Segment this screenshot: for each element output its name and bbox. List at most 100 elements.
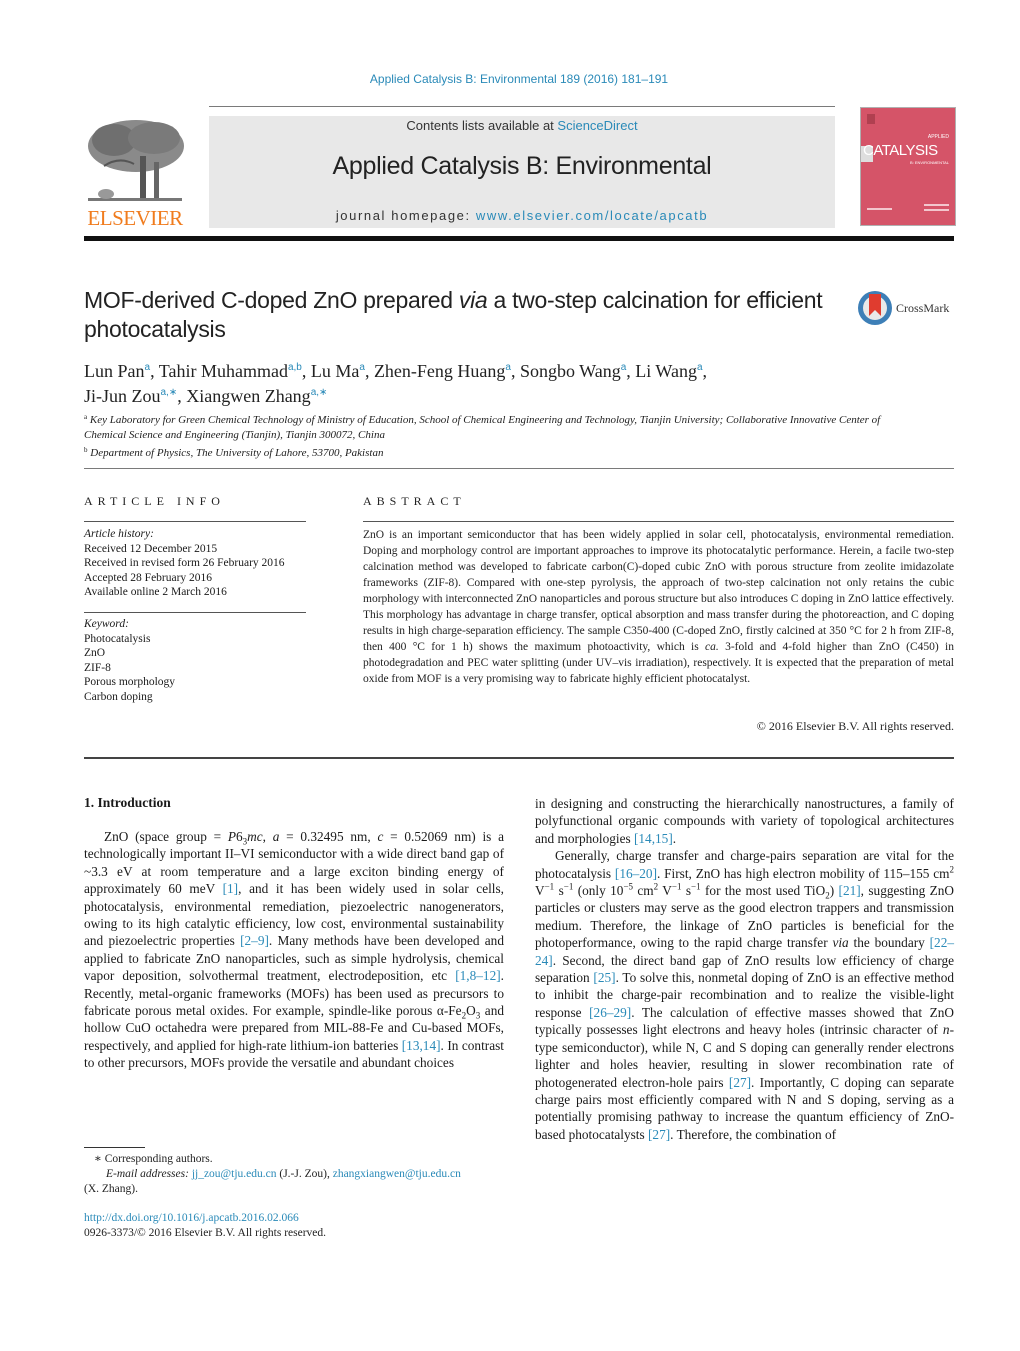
cover-publisher-mark: [867, 114, 875, 124]
paragraph: ZnO (space group = P63mc, a = 0.32495 nm…: [84, 829, 505, 1071]
author-name[interactable]: Lun Pan: [84, 361, 145, 381]
email-owner: (X. Zhang).: [84, 1183, 138, 1195]
subscript: 2: [825, 890, 830, 901]
author-name[interactable]: Xiangwen Zhang: [186, 386, 310, 406]
author-affiliation-marker[interactable]: a,∗: [311, 387, 328, 398]
author-name[interactable]: Songbo Wang: [520, 361, 621, 381]
author-affiliation-marker[interactable]: a: [697, 362, 703, 373]
superscript: −1: [691, 881, 701, 892]
abstract-italic: ca.: [705, 641, 719, 653]
superscript: −5: [623, 881, 634, 892]
superscript: 2: [949, 864, 955, 875]
paragraph: in designing and constructing the hierar…: [535, 796, 954, 846]
keyword-item: Porous morphology: [84, 676, 176, 688]
author-name[interactable]: Zhen-Feng Huang: [374, 361, 505, 381]
elsevier-wordmark: ELSEVIER: [87, 206, 183, 230]
main-divider: [84, 757, 954, 759]
citation-link[interactable]: [1]: [223, 881, 239, 896]
cover-footer-line: [924, 209, 949, 211]
author-affiliation-marker[interactable]: a: [145, 362, 151, 373]
author-name[interactable]: Lu Ma: [311, 361, 360, 381]
history-item: Received in revised form 26 February 201…: [84, 557, 285, 569]
superscript: −1: [671, 881, 682, 892]
superscript: −1: [544, 881, 555, 892]
italic-text: via: [832, 935, 849, 951]
elsevier-logo[interactable]: ELSEVIER: [84, 116, 186, 230]
paragraph: Generally, charge transfer and charge-pa…: [535, 848, 955, 1142]
keyword-item: ZnO: [84, 647, 106, 659]
crossmark-ribbon-notch: [869, 310, 881, 316]
email-label: E-mail addresses:: [106, 1168, 189, 1180]
doi-link[interactable]: http://dx.doi.org/10.1016/j.apcatb.2016.…: [84, 1211, 504, 1226]
italic-text: P: [227, 829, 236, 844]
email-owner: (J.-J. Zou),: [276, 1168, 333, 1180]
issn-copyright: 0926-3373/© 2016 Elsevier B.V. All right…: [84, 1227, 327, 1239]
citation-link[interactable]: [26–29]: [589, 1005, 631, 1020]
journal-masthead: Contents lists available at ScienceDirec…: [209, 116, 835, 228]
elsevier-tree-icon: [84, 116, 186, 206]
affiliation-item: a Key Laboratory for Green Chemical Tech…: [84, 413, 881, 441]
keyword-item: Photocatalysis: [84, 632, 151, 645]
abstract-text: ZnO is an important semiconductor that h…: [363, 527, 954, 687]
citation-link[interactable]: [27]: [648, 1127, 670, 1142]
email-link-zhang[interactable]: zhangxiangwen@tju.edu.cn: [333, 1168, 461, 1180]
journal-reference-link[interactable]: Applied Catalysis B: Environmental 189 (…: [0, 72, 1020, 86]
email-line: E-mail addresses: jj_zou@tju.edu.cn (J.-…: [84, 1167, 504, 1182]
cover-title: CATALYSIS: [863, 142, 938, 159]
citation-link[interactable]: [2–9]: [240, 933, 269, 948]
article-title: MOF-derived C-doped ZnO prepared via a t…: [84, 286, 824, 344]
abstract-copyright: © 2016 Elsevier B.V. All rights reserved…: [756, 719, 954, 733]
author-affiliation-marker[interactable]: a: [505, 362, 511, 373]
abstract-body: ZnO is an important semiconductor that h…: [363, 529, 954, 653]
italic-text: a: [272, 829, 280, 844]
author-affiliation-marker[interactable]: a,b: [288, 362, 302, 373]
author-affiliation-marker[interactable]: a: [359, 362, 365, 373]
citation-link[interactable]: [21]: [839, 883, 861, 898]
keywords-label: Keyword:: [84, 618, 129, 630]
homepage-link[interactable]: www.elsevier.com/locate/apcatb: [476, 208, 708, 223]
citation-link[interactable]: [22–24]: [535, 935, 954, 967]
abstract-divider: [363, 521, 954, 522]
header-thick-divider: [84, 236, 954, 241]
title-italic: via: [458, 287, 488, 313]
author-affiliation-marker[interactable]: a,∗: [161, 387, 178, 398]
corresponding-note: ∗ Corresponding authors.: [94, 1153, 213, 1165]
author-name[interactable]: Tahir Muhammad: [159, 361, 288, 381]
sciencedirect-link[interactable]: ScienceDirect: [557, 118, 637, 133]
journal-cover-thumbnail[interactable]: APPLIED CATALYSIS B: ENVIRONMENTAL: [860, 107, 956, 226]
affiliation-divider: [84, 468, 954, 469]
citation-link[interactable]: [25]: [593, 970, 615, 985]
footnotes: ∗ Corresponding authors. E-mail addresse…: [84, 1152, 504, 1197]
cover-footer-line: [924, 204, 949, 206]
author-list: Lun Pana, Tahir Muhammada,b, Lu Maa, Zhe…: [84, 361, 708, 406]
article-history: Article history: Received 12 December 20…: [84, 527, 314, 600]
keyword-item: ZIF-8: [84, 661, 111, 674]
keyword-item: Carbon doping: [84, 690, 153, 703]
history-item: Available online 2 March 2016: [84, 586, 227, 598]
crossmark-button[interactable]: CrossMark: [858, 291, 958, 329]
citation-link[interactable]: [27]: [729, 1075, 751, 1090]
body-column-left: ZnO (space group = P63mc, a = 0.32495 nm…: [84, 828, 504, 1072]
citation-link[interactable]: [14,15]: [634, 831, 673, 846]
author-name[interactable]: Li Wang: [635, 361, 697, 381]
author-affiliation-marker[interactable]: a: [621, 362, 627, 373]
citation-link[interactable]: [1,8–12]: [455, 968, 500, 983]
cover-sub-label: B: ENVIRONMENTAL: [909, 160, 949, 165]
homepage-prefix: journal homepage:: [335, 208, 476, 223]
italic-text: mc: [247, 829, 263, 844]
author-name[interactable]: Ji-Jun Zou: [84, 386, 161, 406]
citation-link[interactable]: [16–20]: [615, 866, 657, 881]
doi-block: http://dx.doi.org/10.1016/j.apcatb.2016.…: [84, 1211, 504, 1241]
header-divider: [209, 106, 835, 107]
citation-link[interactable]: [13,14]: [402, 1038, 441, 1053]
article-info-divider: [84, 521, 306, 522]
abstract-heading: ABSTRACT: [363, 494, 466, 508]
cover-footer-line: [867, 208, 892, 210]
homepage-line: journal homepage: www.elsevier.com/locat…: [209, 208, 835, 223]
affiliation-key: a: [84, 413, 88, 421]
affiliation-key: b: [84, 446, 88, 454]
email-link-zou[interactable]: jj_zou@tju.edu.cn: [192, 1168, 277, 1180]
history-item: Received 12 December 2015: [84, 542, 218, 555]
affiliations: a Key Laboratory for Green Chemical Tech…: [84, 410, 884, 461]
contents-line: Contents lists available at ScienceDirec…: [209, 118, 835, 133]
